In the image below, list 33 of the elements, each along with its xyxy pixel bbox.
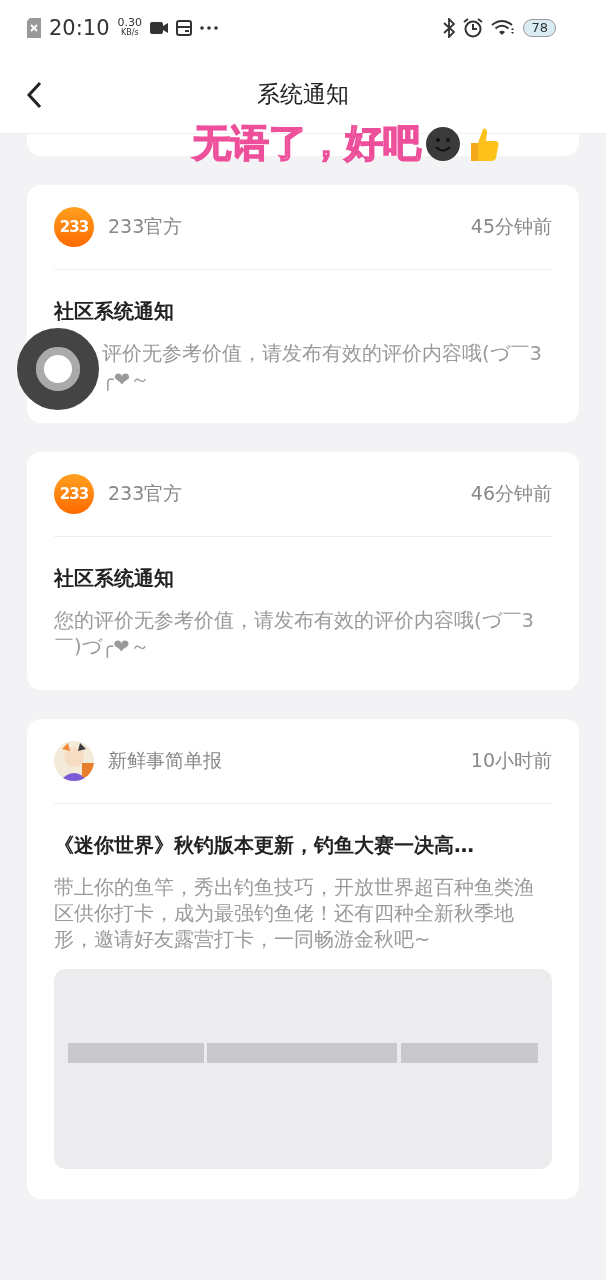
video-camera-icon [150,20,169,35]
notification-title: 社区系统通知 [54,298,175,325]
logo-avatar: 233 [54,207,94,247]
timestamp: 46分钟前 [470,481,552,506]
timestamp: 45分钟前 [470,214,552,239]
wifi-icon [491,18,516,37]
sim-icon [27,17,41,38]
video-caption: 无语了，好吧 [193,120,421,167]
notification-text: ╭❤～ [101,367,151,393]
notification-card[interactable]: 233 233官方 46分钟前 社区系统通知 您的评价无参考价值，请发布有效的评价内容哦(づ￣3￣)づ╭❤～ [27,452,579,690]
notification-title: 《迷你世界》秋钓版本更新，钓鱼大赛一决高… [54,832,475,859]
card-icon [176,19,193,36]
speed-unit: KB/s [120,27,139,38]
sender-name: 233官方 [108,481,184,506]
battery-indicator: 78 [523,18,556,37]
notification-card[interactable]: 新鲜事简单报 10小时前 《迷你世界》秋钓版本更新，钓鱼大赛一决高… 带上你的鱼竿，秀出钓鱼技巧，开放世界超百种鱼类渔区供你打卡，成为最强钓鱼佬！还有四种全新秋季地形，邀请好友露营打卡，一同畅游金秋吧~ [27,719,579,1199]
page-title: 系统通知 [257,79,349,109]
notification-text: 评价无参考价值，请发布有效的评价内容哦(づ￣3 [101,341,542,367]
notification-card[interactable]: 233 233官方 45分钟前 社区系统通知 评价无参考价值，请发布有效的评价内容哦(づ￣3 ╭❤～ [27,185,579,423]
sender-name: 新鲜事简单报 [108,748,223,773]
notification-title: 社区系统通知 [54,565,175,592]
alarm-clock-icon [463,17,484,38]
logo-avatar: 233 [54,474,94,514]
timestamp: 10小时前 [470,748,552,773]
notification-text: 带上你的鱼竿，秀出钓鱼技巧，开放世界超百种鱼类渔区供你打卡，成为最强钓鱼佬！还有四种全新秋季地形，邀请好友露营打卡，一同畅游金秋吧~ [54,875,535,953]
network-speed: 0.30 [117,17,143,28]
clock-time: 20:10 [49,15,110,40]
more-icon [200,25,219,30]
sender-name: 233官方 [108,214,184,239]
notification-text: 您的评价无参考价值，请发布有效的评价内容哦(づ￣3￣)づ╭❤～ [54,608,535,660]
bluetooth-icon [443,17,456,38]
back-icon [26,81,42,109]
smiley-face-icon [425,125,461,162]
